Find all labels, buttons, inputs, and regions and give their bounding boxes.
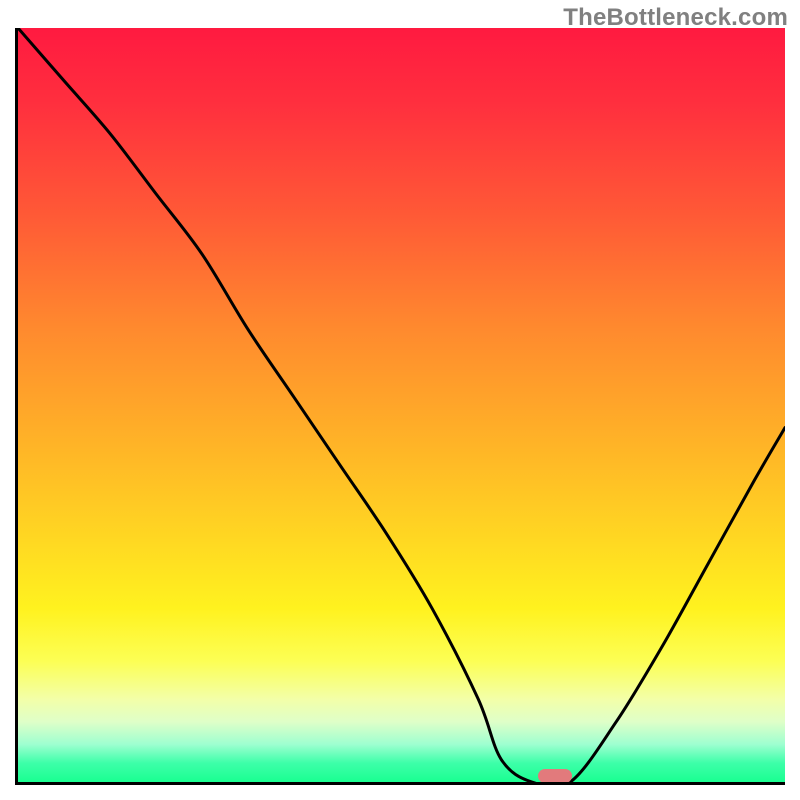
bottleneck-curve-path — [18, 28, 785, 782]
chart-frame: TheBottleneck.com — [0, 0, 800, 800]
bottleneck-curve — [18, 28, 785, 782]
plot-area — [15, 28, 785, 785]
optimal-point-marker — [538, 769, 572, 783]
